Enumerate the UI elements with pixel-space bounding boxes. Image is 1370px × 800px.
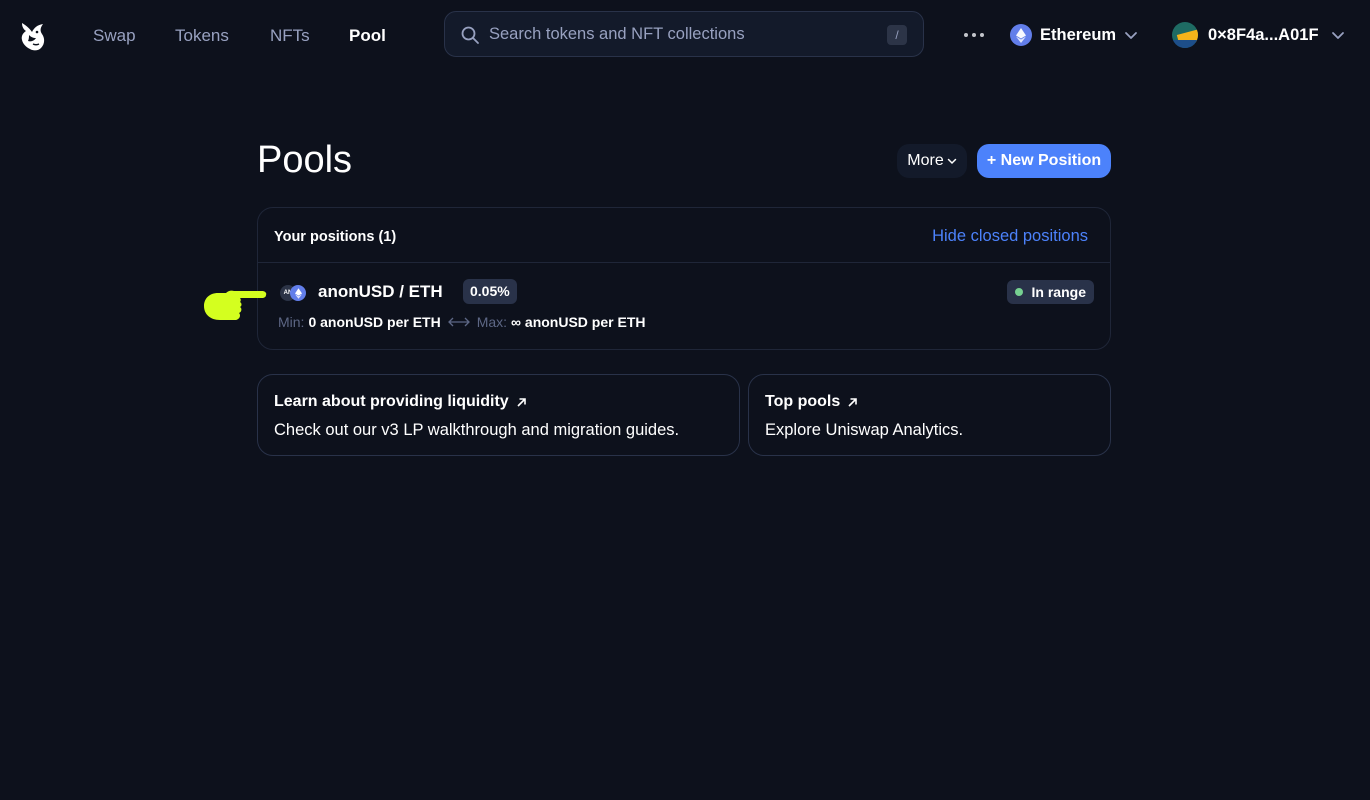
nav-link-swap[interactable]: Swap xyxy=(93,26,136,46)
nav-link-tokens[interactable]: Tokens xyxy=(175,26,229,46)
avatar xyxy=(1172,22,1198,48)
search-bar[interactable]: / xyxy=(444,11,924,57)
more-button-label: More xyxy=(907,152,944,169)
positions-title: Your positions (1) xyxy=(274,229,397,245)
min-value: 0 anonUSD per ETH xyxy=(308,314,441,330)
network-selector[interactable]: Ethereum xyxy=(1010,22,1138,48)
ethereum-icon xyxy=(1010,24,1032,46)
learn-liquidity-title: Learn about providing liquidity xyxy=(274,393,509,410)
top-pools-card[interactable]: Top pools Explore Uniswap Analytics. xyxy=(748,374,1111,456)
hide-closed-positions-link[interactable]: Hide closed positions xyxy=(932,227,1088,246)
learn-liquidity-card[interactable]: Learn about providing liquidity Check ou… xyxy=(257,374,740,456)
search-input[interactable] xyxy=(489,12,869,56)
new-position-button[interactable]: + New Position xyxy=(977,144,1111,178)
position-row[interactable]: AN anonUSD / ETH 0.05% In range Min: 0 a… xyxy=(258,264,1110,350)
double-arrow-icon xyxy=(447,317,470,327)
network-label: Ethereum xyxy=(1040,25,1117,44)
account-button[interactable]: 0×8F4a...A01F xyxy=(1172,22,1345,48)
position-pair-name: anonUSD / ETH xyxy=(318,282,443,301)
top-nav: Swap Tokens NFTs Pool / Ethereum 0×8F4a.… xyxy=(0,0,1370,70)
chevron-down-icon xyxy=(947,158,956,165)
uniswap-logo-icon[interactable] xyxy=(18,20,48,52)
chevron-down-icon xyxy=(1125,32,1138,39)
top-pools-title: Top pools xyxy=(765,393,841,410)
page-title: Pools xyxy=(257,139,353,181)
more-button[interactable]: More xyxy=(897,144,967,178)
max-value: ∞ anonUSD per ETH xyxy=(511,314,646,330)
max-label: Max: xyxy=(476,314,508,330)
nav-link-pool[interactable]: Pool xyxy=(349,26,386,46)
in-range-dot-icon xyxy=(1014,288,1023,296)
top-pools-description: Explore Uniswap Analytics. xyxy=(765,421,964,439)
search-shortcut-badge: / xyxy=(887,25,907,45)
nav-link-nfts[interactable]: NFTs xyxy=(270,26,310,46)
learn-liquidity-description: Check out our v3 LP walkthrough and migr… xyxy=(274,421,680,439)
positions-card: Your positions (1) Hide closed positions… xyxy=(257,207,1111,350)
external-link-arrow-icon xyxy=(848,397,858,407)
external-link-arrow-icon xyxy=(517,397,526,407)
positions-header: Your positions (1) Hide closed positions xyxy=(258,208,1110,263)
status-label: In range xyxy=(1031,284,1086,300)
fee-tier-badge: 0.05% xyxy=(463,279,517,304)
more-options-icon[interactable] xyxy=(962,24,986,44)
token-pair-icon: AN xyxy=(280,283,308,303)
search-icon xyxy=(461,26,479,44)
pointing-hand-icon xyxy=(204,290,267,320)
chevron-down-icon xyxy=(1331,32,1344,39)
account-address: 0×8F4a...A01F xyxy=(1208,25,1319,44)
min-label: Min: xyxy=(278,314,305,330)
ethereum-icon xyxy=(290,285,306,301)
status-badge: In range xyxy=(1006,280,1094,304)
price-range: Min: 0 anonUSD per ETH Max: ∞ anonUSD pe… xyxy=(278,314,645,330)
